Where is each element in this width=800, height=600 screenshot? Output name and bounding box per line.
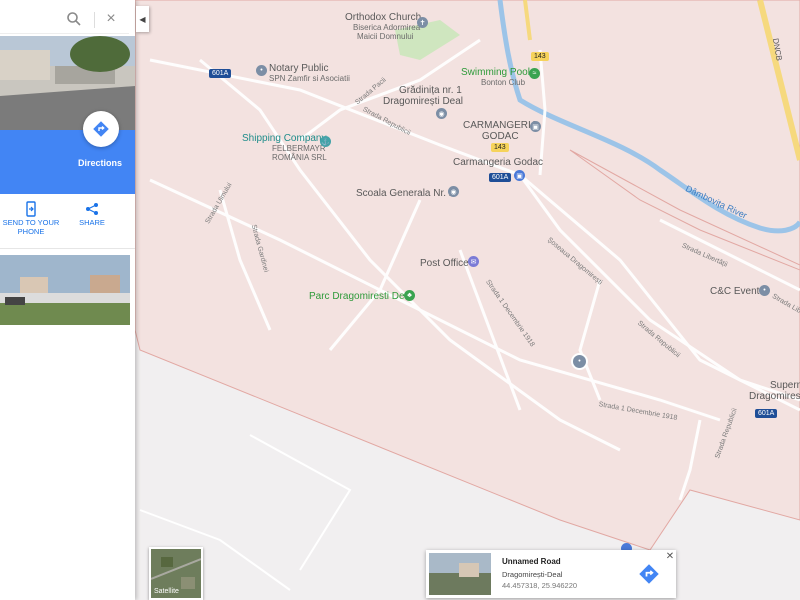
street-view-photo[interactable] <box>0 255 130 325</box>
poi-sub: Bonton Club <box>481 78 526 87</box>
location-coordinates: 44.457318, 25.946220 <box>502 581 578 590</box>
satellite-label: Satellite <box>154 588 179 595</box>
directions-button[interactable] <box>83 111 119 147</box>
post-icon[interactable]: ✉ <box>468 256 479 267</box>
poi-title: Scoala Generala Nr. 2 <box>356 188 455 199</box>
poi-title: Swimming Pool <box>461 67 530 78</box>
poi-sub: Maicii Domnului <box>357 32 414 41</box>
chevron-left-icon: ◀ <box>139 14 146 24</box>
share-button[interactable]: SHARE <box>62 200 122 227</box>
pin-icon[interactable]: • <box>256 65 267 76</box>
poi-sub: Dragomiresti-D <box>749 391 800 402</box>
search-box: × <box>0 5 129 34</box>
road-badge-601a: 601A <box>489 173 512 182</box>
poi-sub: GODAC <box>481 131 519 142</box>
location-thumbnail[interactable] <box>429 553 491 595</box>
location-title: Unnamed Road <box>502 557 561 566</box>
road-badge-601a: 601A <box>755 409 778 418</box>
school-icon[interactable]: ◉ <box>448 186 459 197</box>
close-icon[interactable]: ✕ <box>665 551 675 562</box>
place-photo[interactable] <box>0 36 135 130</box>
poi-supermarket-sub: Dragomiresti-D <box>749 391 800 402</box>
poi-title: Carmangeria Godac <box>453 157 544 168</box>
close-icon[interactable]: × <box>103 11 119 27</box>
side-panel: × Directions SEND TO YOUR PHONE SHARE <box>0 0 135 600</box>
poi-scoala-generala[interactable]: Scoala Generala Nr. 2 <box>356 188 454 199</box>
poi-title: Orthodox Church <box>345 12 422 23</box>
action-label: PHONE <box>17 227 45 236</box>
poi-gradinita[interactable]: Grădinița nr. 1 <box>399 85 462 96</box>
poi-title: Superm <box>770 380 800 391</box>
location-info-card[interactable]: Unnamed Road Dragomirești-Deal 44.457318… <box>426 550 676 598</box>
collapse-panel-button[interactable]: ◀ <box>136 6 149 32</box>
directions-icon[interactable] <box>639 564 659 584</box>
poi-title: CARMANGERIA <box>463 120 538 131</box>
poi-carmangeria-godac[interactable]: Carmangeria Godac <box>453 157 543 168</box>
poi-sub: FELBERMAYR <box>272 144 326 153</box>
poi-title: Grădinița nr. 1 <box>399 85 462 96</box>
poi-sub: Dragomirești Deal <box>383 96 464 107</box>
road-badge-601a: 601A <box>209 69 232 78</box>
pool-icon[interactable]: ≈ <box>529 68 540 79</box>
phone-icon <box>1 200 61 218</box>
action-label: SEND TO YOUR <box>2 218 60 227</box>
shop-icon[interactable]: ▣ <box>514 170 525 181</box>
action-label: SHARE <box>79 218 105 227</box>
location-pin-icon[interactable]: • <box>571 353 588 370</box>
poi-title: Parc Dragomiresti Deal <box>309 291 413 302</box>
poi-title: Shipping Company <box>242 133 327 144</box>
poi-supermarket[interactable]: Superm <box>770 380 800 391</box>
pin-icon[interactable]: • <box>759 285 770 296</box>
road-badge-143: 143 <box>531 52 549 61</box>
search-divider <box>94 12 95 28</box>
poi-post-office[interactable]: Post Office <box>420 258 469 269</box>
poi-parc-dragomiresti[interactable]: Parc Dragomiresti Deal <box>309 291 412 302</box>
poi-swimming-pool[interactable]: Swimming Pool Bonton Club <box>461 67 530 87</box>
poi-sub: Biserica Adormirea <box>353 23 421 32</box>
poi-notary-public[interactable]: Notary Public SPN Zamfir si Asociatii <box>269 63 350 83</box>
poi-sub: ROMÂNIA SRL <box>272 153 327 162</box>
poi-carmangeria-godac-upper[interactable]: CARMANGERIA GODAC <box>463 120 537 142</box>
park-icon[interactable]: ♣ <box>404 290 415 301</box>
divider <box>0 248 135 249</box>
poi-gradinita-sub: Dragomirești Deal <box>383 96 463 107</box>
location-subtitle: Dragomirești-Deal <box>502 570 563 579</box>
directions-icon <box>93 121 109 137</box>
poi-cc-events[interactable]: C&C Events <box>710 286 764 297</box>
poi-sub: SPN Zamfir si Asociatii <box>269 74 350 83</box>
school-icon[interactable]: ◉ <box>436 108 447 119</box>
send-to-phone-button[interactable]: SEND TO YOUR PHONE <box>1 200 61 236</box>
poi-shipping-company[interactable]: Shipping Company FELBERMAYR ROMÂNIA SRL <box>242 133 327 162</box>
poi-orthodox-church[interactable]: Orthodox Church Biserica Adormirea Maici… <box>345 12 421 41</box>
share-icon <box>62 200 122 218</box>
search-icon[interactable] <box>66 11 82 27</box>
poi-title: C&C Events <box>710 286 765 297</box>
satellite-toggle[interactable]: Satellite <box>149 547 203 600</box>
road-badge-143: 143 <box>491 143 509 152</box>
directions-label[interactable]: Directions <box>75 158 125 168</box>
poi-title: Notary Public <box>269 63 329 74</box>
search-input[interactable] <box>2 9 66 29</box>
shipping-icon[interactable]: ⚓ <box>320 136 331 147</box>
poi-title: Post Office <box>420 258 469 269</box>
church-icon[interactable]: ✝ <box>417 17 428 28</box>
shop-icon[interactable]: ▣ <box>530 121 541 132</box>
